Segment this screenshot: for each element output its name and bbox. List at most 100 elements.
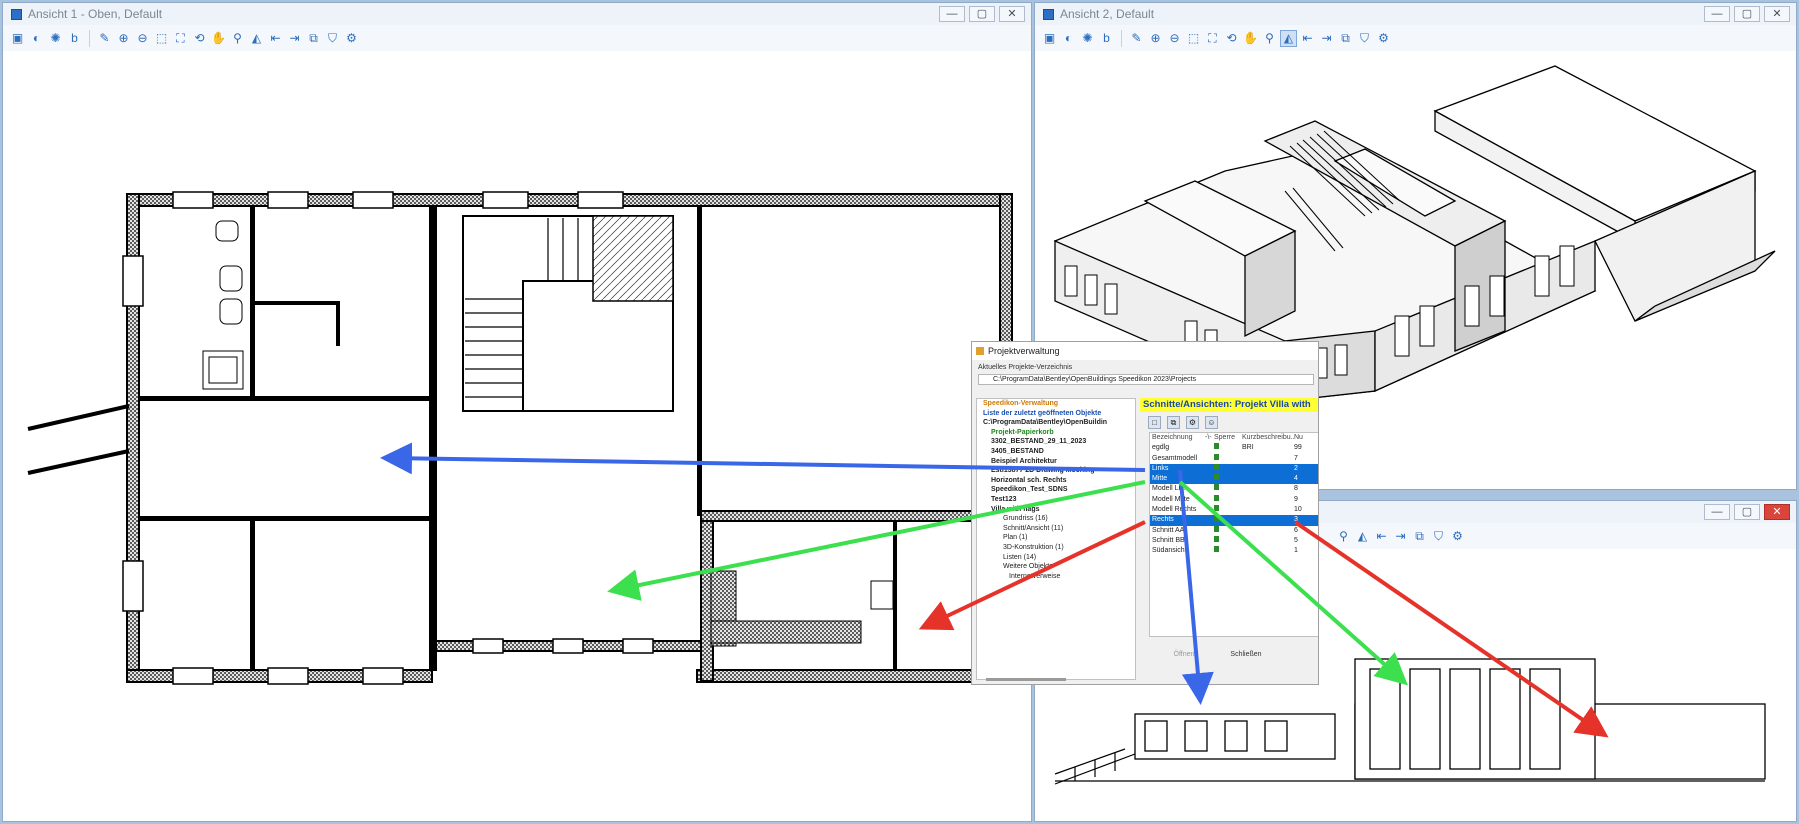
close-button[interactable]: ✕ <box>999 6 1025 22</box>
3d-view-titlebar[interactable]: Ansicht 2, Default — ▢ ✕ <box>1035 3 1796 25</box>
fit-view-icon[interactable]: ⛶ <box>172 30 189 47</box>
window-area-icon[interactable]: ⬚ <box>153 30 170 47</box>
plan-view-canvas[interactable] <box>3 51 1031 821</box>
tree-item[interactable]: Weitere Objekte <box>977 562 1135 572</box>
brush-icon[interactable]: ✎ <box>96 30 113 47</box>
camera-icon[interactable]: ◭ <box>1280 29 1297 47</box>
lock-icon[interactable] <box>1214 453 1219 460</box>
camera-icon[interactable]: ◭ <box>1354 528 1371 545</box>
lighting-icon[interactable]: ✺ <box>47 30 64 47</box>
zoom-out-icon[interactable]: ⊖ <box>1166 30 1183 47</box>
tree-item[interactable]: Speedikon-Verwaltung <box>977 399 1135 409</box>
camera-icon[interactable]: ◭ <box>248 30 265 47</box>
view-next-icon[interactable]: ⇥ <box>286 30 303 47</box>
table-row[interactable]: Links 2 <box>1150 463 1318 475</box>
lock-icon[interactable] <box>1214 443 1219 450</box>
walk-icon[interactable]: ⚲ <box>1261 30 1278 47</box>
tree-item[interactable]: Internetverweise <box>977 572 1135 582</box>
lock-icon[interactable] <box>1214 463 1219 470</box>
minimize-button[interactable]: — <box>939 6 965 22</box>
tree-item[interactable]: Esti13877 2D Drawing Moching <box>977 466 1135 476</box>
tree-item[interactable]: Projekt-Papierkorb <box>977 428 1135 438</box>
bing-icon[interactable]: b <box>1098 30 1115 47</box>
tree-item[interactable]: 3302_BESTAND_29_11_2023 <box>977 437 1135 447</box>
pan-view-icon[interactable]: ✋ <box>210 30 227 47</box>
copy-view-icon[interactable]: ⧉ <box>305 30 322 47</box>
table-row[interactable]: Südansicht 1 <box>1150 546 1318 556</box>
walk-icon[interactable]: ⚲ <box>229 30 246 47</box>
lock-icon[interactable] <box>1214 525 1219 532</box>
zoom-in-icon[interactable]: ⊕ <box>1147 30 1164 47</box>
tree-item[interactable]: Speedikon_Test_SDNS <box>977 485 1135 495</box>
view-tools-icon[interactable]: ⚙ <box>343 30 360 47</box>
minimize-button[interactable]: — <box>1704 6 1730 22</box>
tree-item[interactable]: Test123 <box>977 495 1135 505</box>
maximize-button[interactable]: ▢ <box>1734 6 1760 22</box>
copy-view-icon[interactable]: ⧉ <box>1337 30 1354 47</box>
copy-view-icon[interactable]: ⧉ <box>1411 528 1428 545</box>
tree-item[interactable]: Liste der zuletzt geöffneten Objekte <box>977 409 1135 419</box>
lock-icon[interactable] <box>1214 535 1219 542</box>
view-next-icon[interactable]: ⇥ <box>1392 528 1409 545</box>
clip-volume-icon[interactable]: ⛉ <box>1430 528 1447 545</box>
view-previous-icon[interactable]: ⇤ <box>1299 30 1316 47</box>
rotate-view-icon[interactable]: ⟲ <box>1223 30 1240 47</box>
pan-view-icon[interactable]: ✋ <box>1242 30 1259 47</box>
open-button[interactable]: Öffnen <box>1160 649 1208 661</box>
rotate-view-icon[interactable]: ⟲ <box>191 30 208 47</box>
tree-item[interactable]: Listen (14) <box>977 553 1135 563</box>
table-row[interactable]: egdlg BRI 99 <box>1150 443 1318 453</box>
zoom-out-icon[interactable]: ⊖ <box>134 30 151 47</box>
view-previous-icon[interactable]: ⇤ <box>1373 528 1390 545</box>
lock-icon[interactable] <box>1214 515 1219 522</box>
tree-item[interactable]: 3405_BESTAND <box>977 447 1135 457</box>
table-row[interactable]: Mitte 4 <box>1150 474 1318 485</box>
minimize-button[interactable]: — <box>1704 504 1730 520</box>
close-button[interactable]: ✕ <box>1764 6 1790 22</box>
tree-item[interactable]: Plan (1) <box>977 533 1135 543</box>
view-next-icon[interactable]: ⇥ <box>1318 30 1335 47</box>
lock-icon[interactable] <box>1214 505 1219 512</box>
bing-icon[interactable]: b <box>66 30 83 47</box>
lighting-icon[interactable]: ✺ <box>1079 30 1096 47</box>
table-row[interactable]: Schnitt BB 5 <box>1150 535 1318 546</box>
table-row[interactable]: Modell Rechts 10 <box>1150 505 1318 515</box>
tree-item[interactable]: 3D-Konstruktion (1) <box>977 543 1135 553</box>
plan-view-titlebar[interactable]: Ansicht 1 - Oben, Default — ▢ ✕ <box>3 3 1031 25</box>
tree-item[interactable]: Beispiel Architektur <box>977 457 1135 467</box>
close-dialog-button[interactable]: Schließen <box>1222 649 1270 661</box>
clip-volume-icon[interactable]: ⛉ <box>324 30 341 47</box>
view-tools-icon[interactable]: ⚙ <box>1375 30 1392 47</box>
plan-view-window[interactable]: Ansicht 1 - Oben, Default — ▢ ✕ ▣ ◐ ✺ b … <box>2 2 1032 822</box>
tree-item[interactable]: Horizontal sch. Rechts <box>977 476 1135 486</box>
table-row[interactable]: Modell Mitte 9 <box>1150 494 1318 505</box>
view-tools-icon[interactable]: ⚙ <box>1449 528 1466 545</box>
window-area-icon[interactable]: ⬚ <box>1185 30 1202 47</box>
properties-icon[interactable]: ⚙ <box>1186 415 1199 429</box>
table-row[interactable]: Rechts 3 <box>1150 515 1318 526</box>
table-row[interactable]: Gesamtmodell 7 <box>1150 453 1318 464</box>
tree-item[interactable]: Grundriss (16) <box>977 514 1135 524</box>
user-icon[interactable]: ☺ <box>1205 415 1218 429</box>
sections-grid[interactable]: Bezeichnung -\- Sperre Kurzbeschreibu...… <box>1149 432 1318 637</box>
lock-icon[interactable] <box>1214 474 1219 481</box>
walk-icon[interactable]: ⚲ <box>1335 528 1352 545</box>
tree-item[interactable]: Villa with flags <box>977 505 1135 515</box>
tree-item[interactable]: C:\ProgramData\Bentley\OpenBuildin <box>977 418 1135 428</box>
lock-icon[interactable] <box>1214 484 1219 491</box>
clip-volume-icon[interactable]: ⛉ <box>1356 30 1373 47</box>
maximize-button[interactable]: ▢ <box>969 6 995 22</box>
fit-view-icon[interactable]: ⛶ <box>1204 30 1221 47</box>
dialog-titlebar[interactable]: Projektverwaltung <box>972 342 1318 360</box>
table-row[interactable]: Modell Li... 8 <box>1150 484 1318 494</box>
project-management-dialog[interactable]: Projektverwaltung Aktuelles Projekte-Ver… <box>971 341 1319 685</box>
maximize-button[interactable]: ▢ <box>1734 504 1760 520</box>
lock-icon[interactable] <box>1214 494 1219 501</box>
lock-icon[interactable] <box>1214 546 1219 553</box>
view-attributes-icon[interactable]: ▣ <box>9 30 26 47</box>
copy-icon[interactable]: ⧉ <box>1167 415 1180 429</box>
tree-scrollbar[interactable] <box>986 678 1066 681</box>
zoom-in-icon[interactable]: ⊕ <box>115 30 132 47</box>
current-dir-path[interactable]: C:\ProgramData\Bentley\OpenBuildings Spe… <box>978 374 1314 385</box>
view-attributes-icon[interactable]: ▣ <box>1041 30 1058 47</box>
